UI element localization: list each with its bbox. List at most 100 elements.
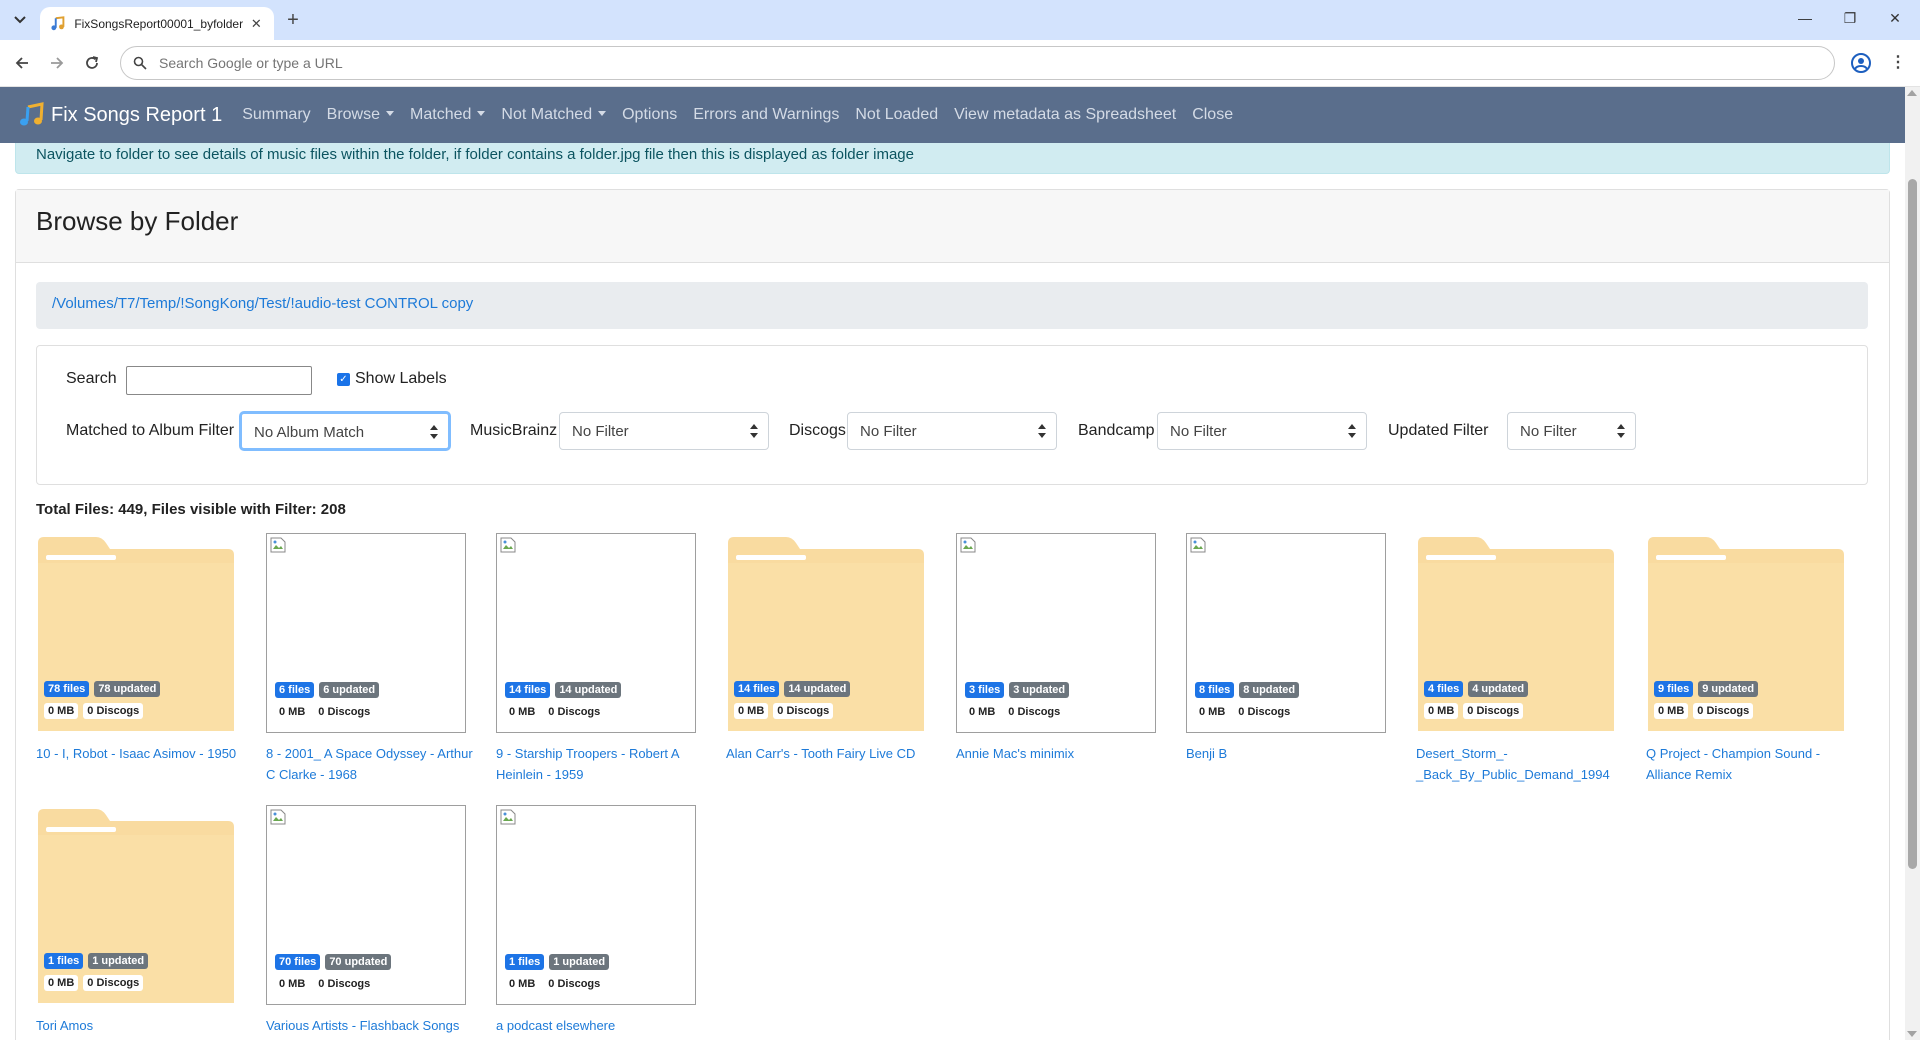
folder-item[interactable]: 1 files 1 updated 0 MB 0 Discogs Tori Amos (36, 805, 246, 1036)
folder-item[interactable]: 14 files 14 updated 0 MB 0 Discogs Alan Carr… (726, 533, 936, 764)
discogs-count-badge: 0 Discogs (83, 975, 144, 991)
folder-cover-image[interactable]: 3 files 3 updated 0 MB 0 Discogs (956, 533, 1156, 733)
folder-badges: 78 files 78 updated (44, 681, 165, 697)
close-window-icon[interactable]: ✕ (1885, 10, 1905, 30)
folder-icon[interactable]: 1 files 1 updated 0 MB 0 Discogs (36, 805, 236, 1005)
scroll-down-icon[interactable] (1907, 1031, 1917, 1037)
folder-name-link[interactable]: 9 - Starship Troopers - Robert A Heinlei… (496, 743, 706, 785)
search-input[interactable] (126, 366, 312, 395)
new-tab-icon[interactable]: + (283, 10, 303, 31)
folder-cover-image[interactable]: 6 files 6 updated 0 MB 0 Discogs (266, 533, 466, 733)
nav-link-summary[interactable]: Summary (242, 106, 310, 124)
folder-icon[interactable]: 78 files 78 updated 0 MB 0 Discogs (36, 533, 236, 733)
size-badge: 0 MB (275, 976, 310, 992)
bandcamp-value: No Filter (1170, 423, 1227, 440)
folder-item[interactable]: 6 files 6 updated 0 MB 0 Discogs 8 - 2001_ A… (266, 533, 476, 785)
bandcamp-select[interactable]: No Filter (1157, 412, 1367, 450)
folder-item[interactable]: 1 files 1 updated 0 MB 0 Discogs a podcast e… (496, 805, 706, 1036)
folder-item[interactable]: 4 files 4 updated 0 MB 0 Discogs Desert_Stor… (1416, 533, 1626, 785)
show-labels-checkbox[interactable]: ✓ (337, 373, 350, 386)
nav-link-not-loaded[interactable]: Not Loaded (855, 106, 938, 124)
folder-item[interactable]: 9 files 9 updated 0 MB 0 Discogs Q Project -… (1646, 533, 1856, 785)
address-bar[interactable] (120, 46, 1835, 80)
nav-link-not-matched[interactable]: Not Matched (501, 106, 607, 124)
back-icon[interactable] (10, 51, 34, 75)
scrollbar-thumb[interactable] (1908, 179, 1917, 869)
updated-count-badge: 1 updated (549, 954, 610, 970)
folder-cover-image[interactable]: 14 files 14 updated 0 MB 0 Discogs (496, 533, 696, 733)
folder-name-link[interactable]: Various Artists - Flashback Songs (266, 1015, 476, 1036)
folder-name-link[interactable]: Alan Carr's - Tooth Fairy Live CD (726, 743, 936, 764)
nav-link-close[interactable]: Close (1192, 106, 1233, 124)
caret-down-icon (386, 111, 395, 116)
updated-filter-value: No Filter (1520, 423, 1577, 440)
musicbrainz-select[interactable]: No Filter (559, 412, 769, 450)
folder-name-link[interactable]: 10 - I, Robot - Isaac Asimov - 1950 (36, 743, 246, 764)
select-arrows-icon (1617, 424, 1625, 438)
bandcamp-label: Bandcamp (1078, 422, 1155, 439)
folder-cover-image[interactable]: 70 files 70 updated 0 MB 0 Discogs (266, 805, 466, 1005)
updated-count-badge: 78 updated (94, 681, 161, 697)
discogs-count-badge: 0 Discogs (314, 704, 375, 720)
reload-icon[interactable] (80, 51, 104, 75)
profile-icon[interactable] (1850, 52, 1872, 74)
broken-image-icon (500, 537, 516, 553)
folder-name-link[interactable]: a podcast elsewhere (496, 1015, 706, 1036)
folder-icon[interactable]: 4 files 4 updated 0 MB 0 Discogs (1416, 533, 1616, 733)
nav-link-browse[interactable]: Browse (327, 106, 395, 124)
size-badge: 0 MB (965, 704, 1000, 720)
folder-item[interactable]: 3 files 3 updated 0 MB 0 Discogs Annie Mac's… (956, 533, 1166, 764)
close-tab-icon[interactable]: ✕ (249, 16, 264, 32)
album-filter-select[interactable]: No Album Match (240, 412, 450, 450)
more-menu-icon[interactable]: ⋮ (1888, 52, 1908, 74)
tab-search-button[interactable] (9, 9, 31, 31)
folder-name-link[interactable]: Desert_Storm_-_Back_By_Public_Demand_199… (1416, 743, 1626, 785)
browser-tab[interactable]: FixSongsReport00001_byfolder ✕ (40, 7, 274, 40)
folder-name-link[interactable]: Tori Amos (36, 1015, 246, 1036)
folder-badges: 70 files 70 updated (275, 954, 396, 970)
page-scrollbar[interactable] (1905, 87, 1920, 1040)
folder-name-link[interactable]: Benji B (1186, 743, 1396, 764)
discogs-select[interactable]: No Filter (847, 412, 1057, 450)
discogs-count-badge: 0 Discogs (544, 976, 605, 992)
nav-link-errors-and-warnings[interactable]: Errors and Warnings (693, 106, 839, 124)
folder-cover-image[interactable]: 1 files 1 updated 0 MB 0 Discogs (496, 805, 696, 1005)
folder-badges: 3 files 3 updated (965, 682, 1074, 698)
file-count-badge: 14 files (505, 682, 551, 698)
minimize-icon[interactable]: — (1795, 10, 1815, 30)
nav-link-options[interactable]: Options (622, 106, 677, 124)
breadcrumb-link[interactable]: /Volumes/T7/Temp/!SongKong/Test/!audio-t… (52, 295, 473, 312)
select-arrows-icon (750, 424, 758, 438)
folder-item[interactable]: 14 files 14 updated 0 MB 0 Discogs 9 - Stars… (496, 533, 706, 785)
updated-filter-select[interactable]: No Filter (1507, 412, 1636, 450)
nav-link-matched[interactable]: Matched (410, 106, 486, 124)
folder-item[interactable]: 70 files 70 updated 0 MB 0 Discogs Various A… (266, 805, 476, 1036)
caret-down-icon (477, 111, 486, 116)
broken-image-icon (270, 537, 286, 553)
discogs-count-badge: 0 Discogs (1693, 703, 1754, 719)
restore-icon[interactable]: ❐ (1840, 10, 1860, 30)
size-badge: 0 MB (44, 703, 79, 719)
folder-name-link[interactable]: Annie Mac's minimix (956, 743, 1166, 764)
folder-item[interactable]: 78 files 78 updated 0 MB 0 Discogs 10 - I, R… (36, 533, 246, 764)
brand[interactable]: Fix Songs Report 1 (19, 102, 222, 128)
chevron-down-icon (14, 16, 26, 24)
updated-count-badge: 3 updated (1009, 682, 1070, 698)
folder-cover-image[interactable]: 8 files 8 updated 0 MB 0 Discogs (1186, 533, 1386, 733)
address-input[interactable] (159, 55, 1659, 71)
folder-icon[interactable]: 14 files 14 updated 0 MB 0 Discogs (726, 533, 926, 733)
forward-icon[interactable] (45, 51, 69, 75)
updated-filter-label: Updated Filter (1388, 422, 1489, 439)
file-count-badge: 78 files (44, 681, 90, 697)
folder-item[interactable]: 8 files 8 updated 0 MB 0 Discogs Benji B (1186, 533, 1396, 764)
scroll-up-icon[interactable] (1907, 90, 1917, 96)
folder-stats: 0 MB 0 Discogs (1654, 703, 1758, 719)
folder-icon[interactable]: 9 files 9 updated 0 MB 0 Discogs (1646, 533, 1846, 733)
nav-link-view-metadata-as-spreadsheet[interactable]: View metadata as Spreadsheet (954, 106, 1176, 124)
page-viewport: Fix Songs Report 1 Summary Browse Matched N… (0, 87, 1920, 1040)
folder-badges: 14 files 14 updated (505, 682, 626, 698)
folder-name-link[interactable]: Q Project - Champion Sound - Alliance Re… (1646, 743, 1856, 785)
updated-count-badge: 8 updated (1239, 682, 1300, 698)
size-badge: 0 MB (1424, 703, 1459, 719)
folder-name-link[interactable]: 8 - 2001_ A Space Odyssey - Arthur C Cla… (266, 743, 476, 785)
